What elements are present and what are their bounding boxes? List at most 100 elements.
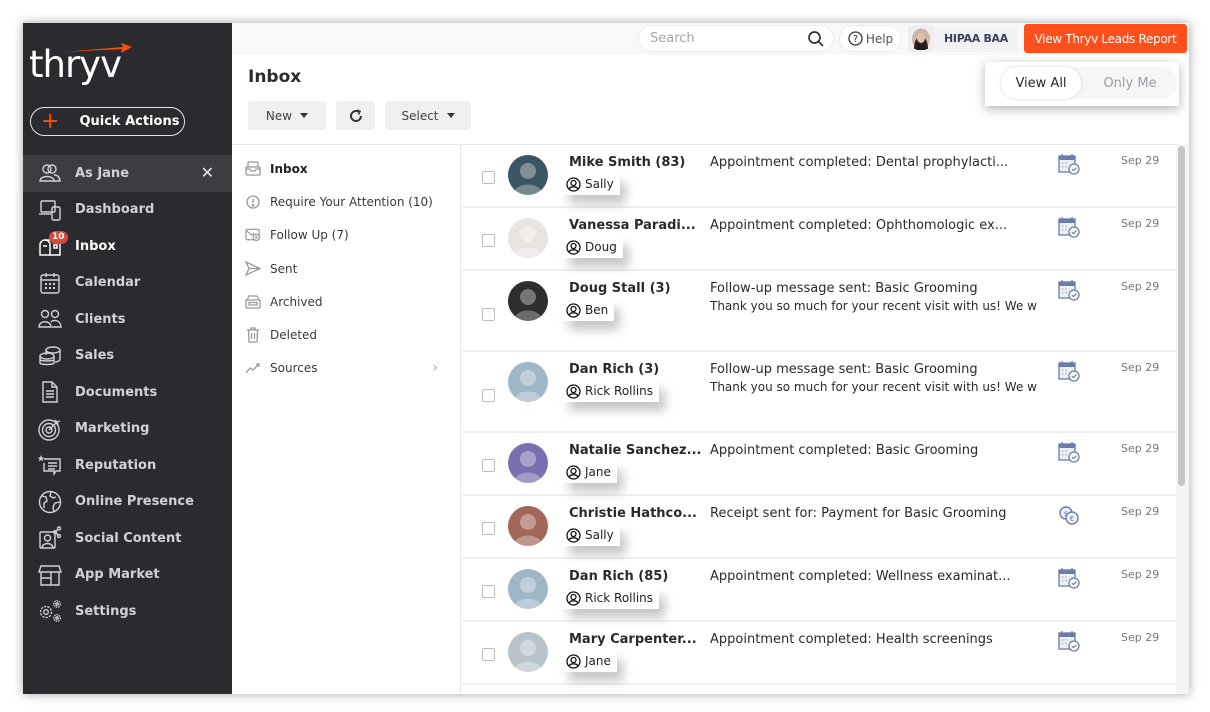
- message-row[interactable]: Christie Hathco... Sally Receipt sent for:…: [462, 496, 1176, 559]
- owner-name: Ben: [585, 303, 609, 317]
- appointment-icon: [1058, 279, 1080, 301]
- search-input[interactable]: Search: [638, 25, 834, 52]
- social-icon: [38, 526, 62, 550]
- message-subject[interactable]: Follow-up message sent: Basic Grooming: [710, 362, 978, 377]
- list-scrollbar[interactable]: [1178, 146, 1185, 486]
- message-row[interactable]: Mike Smith (83) Sally Appointment complete…: [462, 145, 1176, 208]
- sidebar-item-documents[interactable]: Documents: [23, 374, 232, 411]
- assigned-owner: Rick Rollins: [563, 380, 660, 402]
- owner-name: Jane: [585, 465, 611, 479]
- message-list: Mike Smith (83) Sally Appointment complete…: [462, 144, 1176, 694]
- contact-name[interactable]: Dan Rich (85): [569, 569, 668, 584]
- sidebar-item-online-presence[interactable]: Online Presence: [23, 484, 232, 521]
- row-checkbox[interactable]: [482, 308, 495, 321]
- sidebar-item-inbox[interactable]: 10 Inbox: [23, 228, 232, 265]
- only-me-button[interactable]: Only Me: [1085, 67, 1175, 99]
- review-icon: [38, 453, 62, 477]
- folder-archived[interactable]: Archived: [232, 285, 460, 318]
- owner-name: Rick Rollins: [585, 384, 654, 398]
- contact-name[interactable]: Doug Stall (3): [569, 281, 671, 296]
- thryv-logo[interactable]: thryv: [29, 41, 139, 87]
- help-button[interactable]: ? Help: [839, 25, 902, 52]
- sidebar-item-label: Settings: [75, 603, 137, 619]
- row-checkbox[interactable]: [482, 648, 495, 661]
- owner-name: Jane: [585, 654, 611, 668]
- search-icon[interactable]: [807, 30, 825, 48]
- sidebar-item-marketing[interactable]: Marketing: [23, 411, 232, 448]
- quick-actions-label: Quick Actions: [79, 114, 180, 129]
- message-row[interactable]: Natalie Sanchez... Jane Appointment comple…: [462, 433, 1176, 496]
- folder-label: Follow Up (7): [270, 228, 349, 243]
- folder-label: Require Your Attention (10): [270, 194, 433, 209]
- assigned-owner: Jane: [563, 461, 617, 483]
- message-subject[interactable]: Follow-up message sent: Basic Grooming: [710, 281, 978, 296]
- sidebar-item-settings[interactable]: Settings: [23, 593, 232, 630]
- sidebar-item-label: Sales: [75, 348, 115, 364]
- hipaa-baa-button[interactable]: HIPAA BAA: [934, 25, 1018, 52]
- folder-inbox[interactable]: Inbox: [232, 152, 460, 185]
- assigned-owner: Sally: [563, 173, 620, 195]
- sidebar-item-label: Dashboard: [75, 202, 155, 218]
- sidebar-item-reputation[interactable]: Reputation: [23, 447, 232, 484]
- message-row[interactable]: Dan Rich (3) Rick Rollins Follow-up messag…: [462, 352, 1176, 433]
- view-all-button[interactable]: View All: [1001, 67, 1081, 99]
- appointment-icon: [1058, 630, 1080, 652]
- sidebar-item-label: App Market: [75, 567, 160, 583]
- row-checkbox[interactable]: [482, 234, 495, 247]
- sidebar-item-sales[interactable]: Sales: [23, 338, 232, 375]
- refresh-button[interactable]: [336, 101, 375, 130]
- row-checkbox[interactable]: [482, 389, 495, 402]
- contact-name[interactable]: Dan Rich (3): [569, 362, 659, 377]
- message-row[interactable]: Vanessa Paradi... Doug Appointment complet…: [462, 208, 1176, 271]
- message-subject[interactable]: Appointment completed: Dental prophylact…: [710, 155, 1008, 170]
- folder-require-attention[interactable]: Require Your Attention (10): [232, 185, 460, 218]
- quick-actions-button[interactable]: + Quick Actions: [30, 107, 185, 136]
- folder-follow-up[interactable]: Follow Up (7): [232, 219, 460, 252]
- sidebar-item-as-jane[interactable]: As Jane ✕: [23, 155, 232, 192]
- globe-icon: [38, 490, 62, 514]
- message-subject[interactable]: Appointment completed: Wellness examinat…: [710, 569, 1011, 584]
- folder-sources[interactable]: Sources ›: [232, 352, 460, 385]
- contact-name[interactable]: Mike Smith (83): [569, 155, 685, 170]
- select-button[interactable]: Select: [385, 101, 471, 130]
- coins-icon: [38, 344, 62, 368]
- sidebar-item-label: Inbox: [75, 238, 116, 254]
- sidebar-item-clients[interactable]: Clients: [23, 301, 232, 338]
- contact-name[interactable]: Christie Hathco...: [569, 506, 697, 521]
- folder-sent[interactable]: Sent: [232, 252, 460, 285]
- sidebar-item-calendar[interactable]: Calendar: [23, 265, 232, 302]
- row-checkbox[interactable]: [482, 459, 495, 472]
- sidebar-item-label: As Jane: [75, 165, 130, 181]
- sidebar-item-app-market[interactable]: App Market: [23, 557, 232, 594]
- sidebar-item-social-content[interactable]: Social Content: [23, 520, 232, 557]
- view-leads-report-button[interactable]: View Thryv Leads Report: [1024, 24, 1187, 53]
- message-subject[interactable]: Appointment completed: Basic Grooming: [710, 443, 978, 458]
- user-circle-icon: [566, 239, 581, 255]
- contact-name[interactable]: Vanessa Paradi...: [569, 218, 696, 233]
- refresh-icon: [349, 108, 362, 122]
- row-checkbox[interactable]: [482, 585, 495, 598]
- message-row[interactable]: Dan Rich (85) Rick Rollins Appointment com…: [462, 559, 1176, 622]
- folder-deleted[interactable]: Deleted: [232, 318, 460, 351]
- message-row[interactable]: Doug Stall (3) Ben Follow-up message sent:…: [462, 271, 1176, 352]
- close-icon[interactable]: ✕: [201, 163, 214, 182]
- message-subject[interactable]: Appointment completed: Ophthomologic ex.…: [710, 218, 1007, 233]
- sidebar-item-label: Calendar: [75, 275, 141, 291]
- payment-icon: $ €: [1058, 504, 1080, 526]
- avatar: [508, 218, 548, 258]
- sidebar-item-label: Online Presence: [75, 494, 194, 510]
- folder-label: Archived: [270, 294, 323, 309]
- row-checkbox[interactable]: [482, 522, 495, 535]
- row-checkbox[interactable]: [482, 171, 495, 184]
- message-date: Sep 29: [1121, 217, 1160, 230]
- user-avatar[interactable]: [908, 25, 934, 52]
- sidebar-item-dashboard[interactable]: Dashboard: [23, 192, 232, 229]
- new-button[interactable]: New: [248, 101, 326, 130]
- message-row[interactable]: Mary Carpenter... Jane Appointment complet…: [462, 622, 1176, 685]
- trend-icon: [245, 360, 261, 376]
- trash-icon: [245, 327, 261, 343]
- contact-name[interactable]: Natalie Sanchez...: [569, 443, 701, 458]
- message-subject[interactable]: Receipt sent for: Payment for Basic Groo…: [710, 506, 1007, 521]
- message-subject[interactable]: Appointment completed: Health screenings: [710, 632, 993, 647]
- contact-name[interactable]: Mary Carpenter...: [569, 632, 697, 647]
